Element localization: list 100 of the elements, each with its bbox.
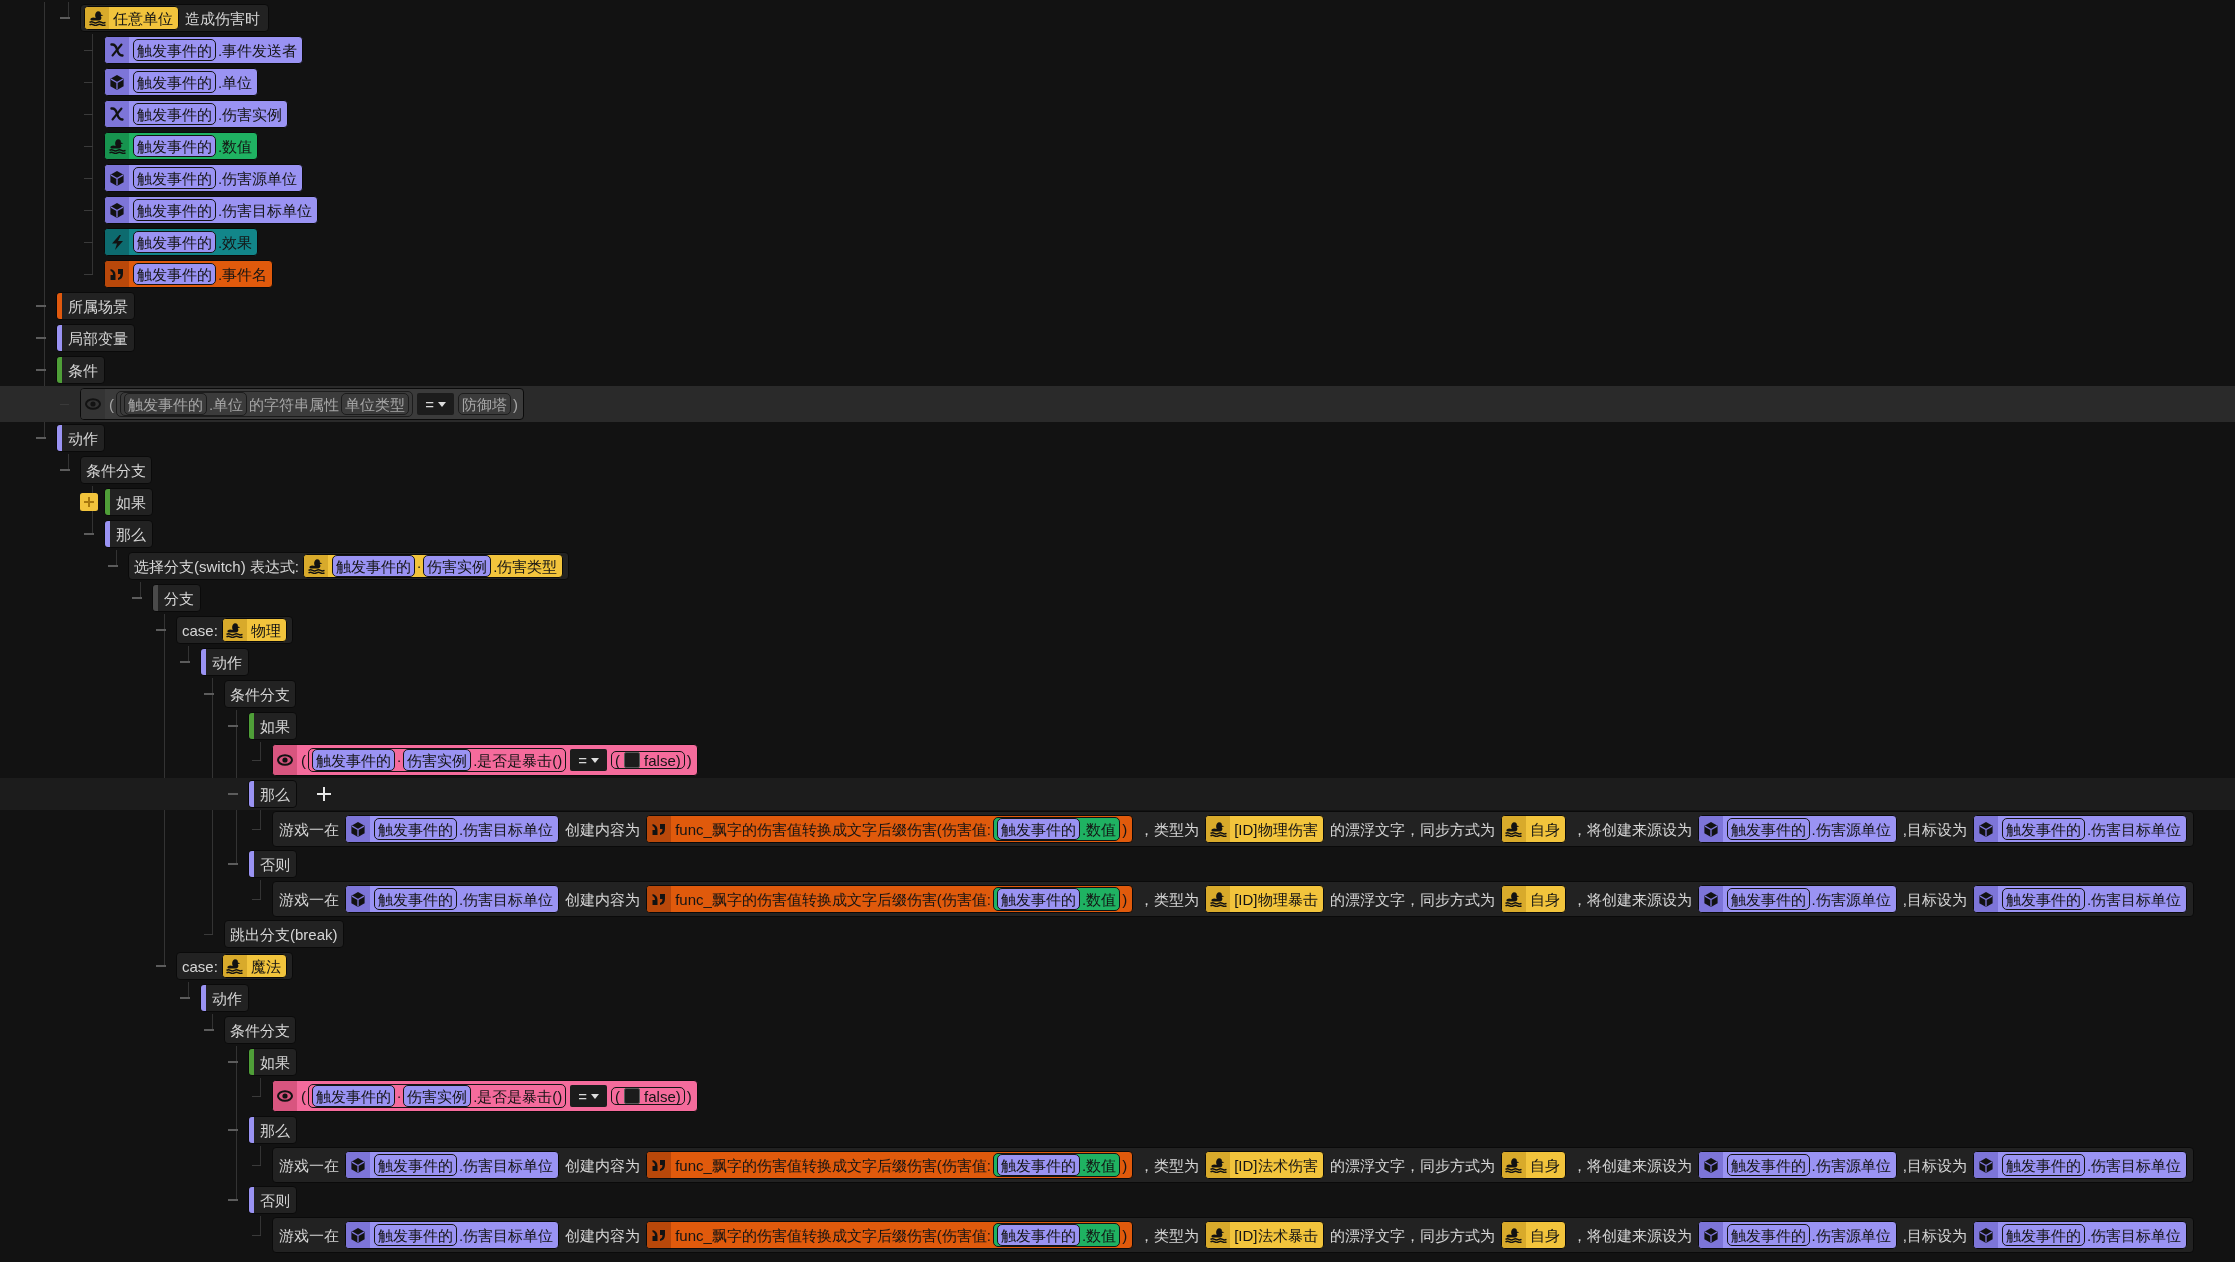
minus-icon[interactable] <box>228 1129 238 1131</box>
operator-dropdown[interactable]: = <box>570 1085 608 1107</box>
value-block[interactable]: 任意单位 <box>84 6 179 30</box>
minus-icon[interactable] <box>36 369 46 371</box>
tree-node[interactable]: 所属场景 <box>56 292 135 320</box>
value-block[interactable]: 触发事件的 .伤害目标单位 <box>1972 1151 2188 1179</box>
minus-icon[interactable] <box>36 337 46 339</box>
parameter-token[interactable]: 触发事件的 <box>374 1224 457 1246</box>
parameter-token[interactable]: 触发事件的 <box>997 1154 1081 1176</box>
minus-icon[interactable] <box>204 1029 214 1031</box>
value-block[interactable]: [ID]法术伤害 <box>1205 1151 1324 1179</box>
tree-node[interactable]: 如果 <box>248 1048 297 1076</box>
parameter-token[interactable]: 触发事件的 <box>133 39 216 61</box>
minus-icon[interactable] <box>228 863 238 865</box>
parameter-token[interactable]: 触发事件的 <box>332 555 415 577</box>
tree-node[interactable]: 局部变量 <box>56 324 135 352</box>
minus-icon[interactable] <box>60 17 70 19</box>
value-block[interactable]: 触发事件的 .伤害源单位 <box>1697 1221 1897 1249</box>
value-block[interactable]: 触发事件的 .伤害目标单位 <box>1972 1221 2188 1249</box>
parameter-token[interactable]: 触发事件的 <box>1726 1154 1810 1176</box>
parameter-token[interactable]: 触发事件的 <box>133 167 216 189</box>
minus-icon[interactable] <box>132 597 142 599</box>
value-block[interactable]: 触发事件的 .伤害目标单位 <box>345 885 560 913</box>
minus-icon[interactable] <box>60 469 70 471</box>
parameter-token[interactable]: 触发事件的 <box>1726 1224 1810 1246</box>
minus-icon[interactable] <box>228 793 238 795</box>
value-block[interactable]: [ID]法术暴击 <box>1205 1221 1324 1249</box>
parameter-token[interactable]: 伤害实例 <box>403 749 472 771</box>
value-block[interactable]: 触发事件的 .事件名 <box>104 260 274 288</box>
parameter-token[interactable]: 伤害实例 <box>403 1085 472 1107</box>
parameter-token[interactable]: 触发事件的 <box>1726 888 1810 910</box>
value-block[interactable]: 触发事件的 .伤害目标单位 <box>104 196 319 224</box>
minus-icon[interactable] <box>228 1061 238 1063</box>
value-block[interactable]: 魔法 <box>221 954 287 978</box>
tree-node[interactable]: 条件 <box>56 356 105 384</box>
tree-node[interactable]: 否则 <box>248 850 297 878</box>
minus-icon[interactable] <box>156 965 166 967</box>
statement-node[interactable]: 游戏一在 触发事件的 .伤害目标单位 创建内容为 func_飘字的伤害值转换成文字后缀伤害(伤害值: 触发事件的 .数值 ) ，类型为 [ID]法术暴击 的漂浮文字，同步方式为 自身 ，将创建来源设为 触发事件的 .伤害源单位 ,目标设为 触发事件的 .伤害目标单位 <box>272 1217 2195 1253</box>
minus-icon[interactable] <box>156 629 166 631</box>
value-block[interactable]: 触发事件的 .伤害源单位 <box>1697 885 1897 913</box>
value-block[interactable]: 触发事件的 .伤害实例 <box>104 100 289 128</box>
parameter-token[interactable]: 触发事件的 <box>374 818 457 840</box>
value-block[interactable]: 物理 <box>221 618 287 642</box>
statement-node[interactable]: 游戏一在 触发事件的 .伤害目标单位 创建内容为 func_飘字的伤害值转换成文字后缀伤害(伤害值: 触发事件的 .数值 ) ，类型为 [ID]法术伤害 的漂浮文字，同步方式为 自身 ，将创建来源设为 触发事件的 .伤害源单位 ,目标设为 触发事件的 .伤害目标单位 <box>272 1147 2195 1183</box>
value-block[interactable]: 自身 <box>1500 1221 1566 1249</box>
parameter-token[interactable]: 伤害实例 <box>423 555 492 577</box>
value-block[interactable]: 触发事件的 .伤害目标单位 <box>1972 885 2188 913</box>
value-block[interactable]: 自身 <box>1500 885 1566 913</box>
parameter-token[interactable]: 触发事件的 <box>133 263 216 285</box>
value-block[interactable]: 触发事件的 .伤害目标单位 <box>345 1151 560 1179</box>
tree-node[interactable]: case: 魔法 <box>176 952 293 980</box>
minus-icon[interactable] <box>180 661 190 663</box>
parameter-token[interactable]: 触发事件的 <box>133 199 216 221</box>
tree-node[interactable]: 跳出分支(break) <box>224 920 344 948</box>
value-block[interactable]: 触发事件的 .数值 <box>104 132 259 160</box>
value-block[interactable]: 自身 <box>1500 815 1566 843</box>
value-block[interactable]: 触发事件的 .伤害源单位 <box>104 164 304 192</box>
value-block[interactable]: 自身 <box>1500 1151 1566 1179</box>
tree-node[interactable]: 那么 <box>104 520 153 548</box>
parameter-token[interactable]: 触发事件的 <box>2001 818 2085 840</box>
parameter-token[interactable]: 触发事件的 <box>133 103 216 125</box>
tree-node[interactable]: 否则 <box>248 1186 297 1214</box>
value-block[interactable]: func_飘字的伤害值转换成文字后缀伤害(伤害值: 触发事件的 .数值 ) <box>646 885 1134 913</box>
parameter-token[interactable]: 触发事件的 <box>2001 1224 2085 1246</box>
plus-icon[interactable] <box>317 787 331 801</box>
value-block[interactable]: 触发事件的 .单位 <box>104 68 259 96</box>
parameter-token[interactable]: 触发事件的 <box>133 231 216 253</box>
value-block[interactable]: 触发事件的 .伤害目标单位 <box>345 815 560 843</box>
parameter-token[interactable]: 触发事件的 <box>312 749 395 771</box>
tree-node[interactable]: 条件分支 <box>224 680 296 708</box>
value-block[interactable]: [ID]物理暴击 <box>1205 885 1324 913</box>
checkbox[interactable] <box>624 1088 641 1104</box>
parameter-token[interactable]: 触发事件的 <box>2001 1154 2085 1176</box>
minus-icon[interactable] <box>228 1199 238 1201</box>
value-block[interactable]: 触发事件的 . 伤害实例 .伤害类型 <box>303 554 564 578</box>
value-block[interactable]: 触发事件的 .伤害目标单位 <box>345 1221 560 1249</box>
parameter-token[interactable]: 触发事件的 <box>133 135 216 157</box>
parameter-token[interactable]: 触发事件的 <box>133 71 216 93</box>
operator-dropdown[interactable]: = <box>570 749 608 771</box>
parameter-token[interactable]: 触发事件的 <box>312 1085 395 1107</box>
checkbox[interactable] <box>624 752 641 768</box>
tree-node[interactable]: case: 物理 <box>176 616 293 644</box>
tree-node[interactable]: 如果 <box>104 488 153 516</box>
statement-node[interactable]: 游戏一在 触发事件的 .伤害目标单位 创建内容为 func_飘字的伤害值转换成文字后缀伤害(伤害值: 触发事件的 .数值 ) ，类型为 [ID]物理暴击 的漂浮文字，同步方式为 自身 ，将创建来源设为 触发事件的 .伤害源单位 ,目标设为 触发事件的 .伤害目标单位 <box>272 881 2195 917</box>
tree-node[interactable]: 动作 <box>56 424 105 452</box>
parameter-token[interactable]: 触发事件的 <box>374 888 457 910</box>
tree-node[interactable]: 分支 <box>152 584 201 612</box>
parameter-token[interactable]: 触发事件的 <box>997 888 1081 910</box>
statement-node[interactable]: 游戏一在 触发事件的 .伤害目标单位 创建内容为 func_飘字的伤害值转换成文字后缀伤害(伤害值: 触发事件的 .数值 ) ，类型为 [ID]物理伤害 的漂浮文字，同步方式为 自身 ，将创建来源设为 触发事件的 .伤害源单位 ,目标设为 触发事件的 .伤害目标单位 <box>272 811 2195 847</box>
parameter-token[interactable]: 触发事件的 <box>2001 888 2085 910</box>
value-block[interactable]: func_飘字的伤害值转换成文字后缀伤害(伤害值: 触发事件的 .数值 ) <box>646 815 1134 843</box>
parameter-token[interactable]: 触发事件的 <box>997 818 1081 840</box>
value-block[interactable]: [ID]物理伤害 <box>1205 815 1324 843</box>
event-node[interactable]: 任意单位 造成伤害时 <box>80 4 269 32</box>
minus-icon[interactable] <box>180 997 190 999</box>
tree-node[interactable]: 那么 <box>248 780 297 808</box>
value-block[interactable]: func_飘字的伤害值转换成文字后缀伤害(伤害值: 触发事件的 .数值 ) <box>646 1151 1134 1179</box>
tree-node[interactable]: 条件分支 <box>80 456 152 484</box>
value-block[interactable]: 触发事件的 .伤害目标单位 <box>1972 815 2188 843</box>
minus-icon[interactable] <box>36 305 46 307</box>
